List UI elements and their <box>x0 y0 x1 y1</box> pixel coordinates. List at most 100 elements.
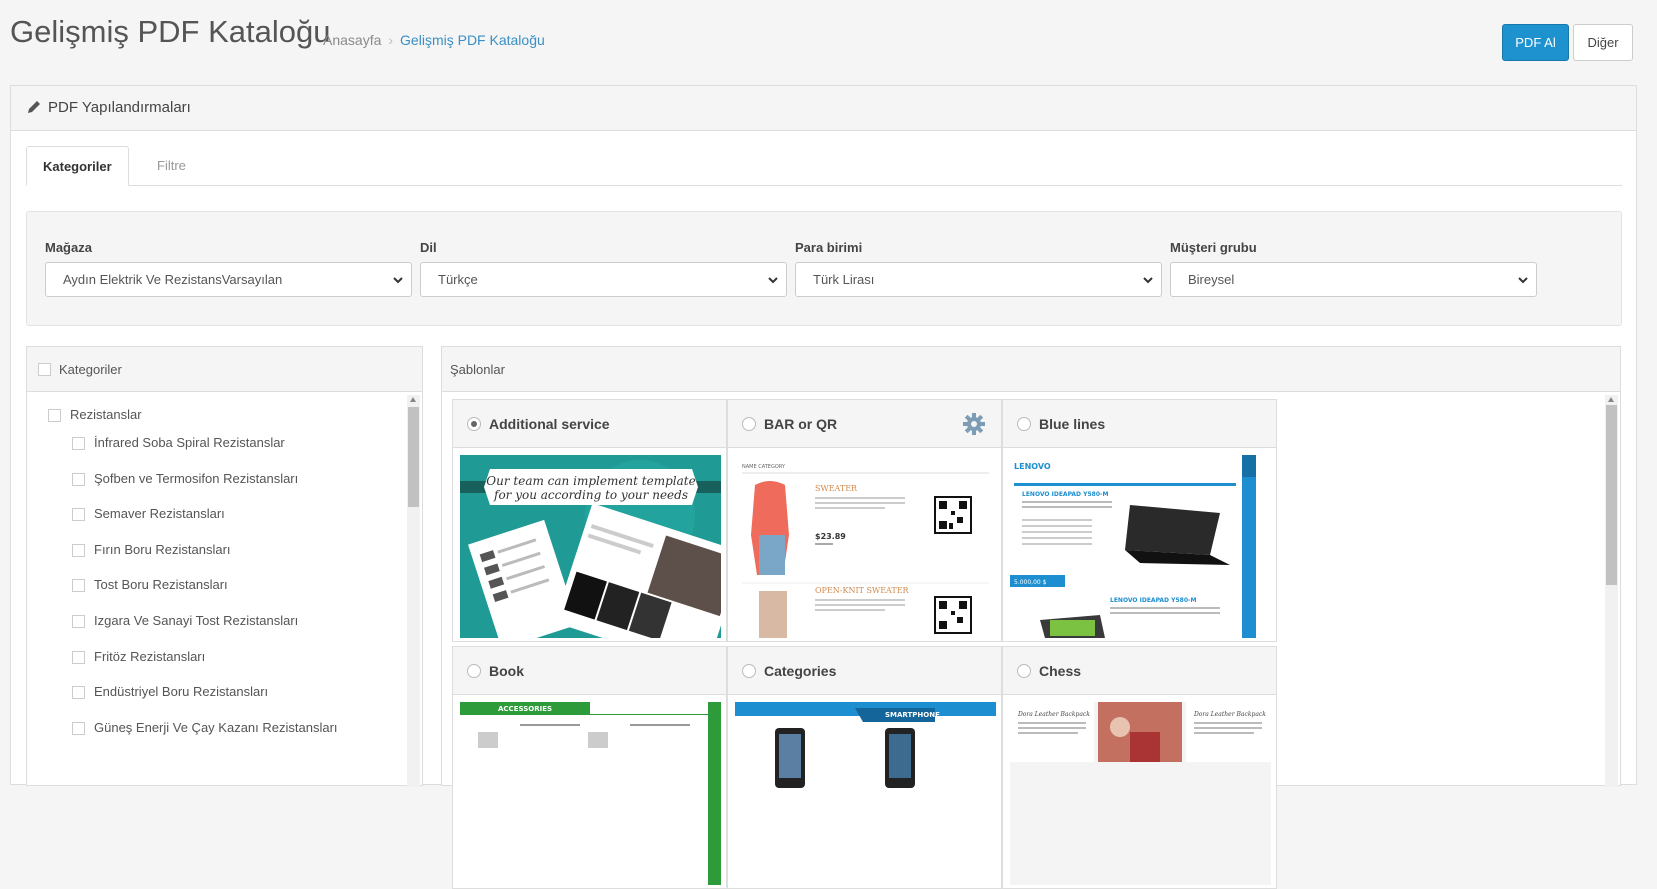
category-item[interactable]: Rezistanslar <box>48 407 142 423</box>
category-label: Fırın Boru Rezistansları <box>94 542 231 557</box>
category-checkbox[interactable] <box>72 508 85 522</box>
breadcrumb-separator-icon: › <box>388 32 394 48</box>
template-card-blue-lines[interactable]: Blue lines LENOVO LENOVO IDEAPAD Y580-M … <box>1002 399 1277 642</box>
pencil-icon <box>28 101 40 113</box>
currency-group: Para birimi Türk Lirası <box>795 240 1162 297</box>
category-label: İnfrared Soba Spiral Rezistanslar <box>94 435 285 450</box>
category-item[interactable]: Tost Boru Rezistansları <box>72 577 228 593</box>
thumb-product-text-right: Dora Leather Backpack <box>1193 711 1266 718</box>
category-item[interactable]: Endüstriyel Boru Rezistansları <box>72 684 269 700</box>
scrollbar-thumb[interactable] <box>1606 405 1617 585</box>
categories-panel: Kategoriler Rezistanslar İnfrared Soba S… <box>26 346 423 787</box>
categories-scrollbar[interactable] <box>407 395 420 787</box>
chevron-down-icon <box>1143 277 1153 284</box>
template-thumbnail[interactable]: Our team can implement template for you … <box>460 455 721 638</box>
breadcrumb-current[interactable]: Gelişmiş PDF Kataloğu <box>400 32 545 48</box>
template-name: Book <box>489 663 524 679</box>
tab-filter[interactable]: Filtre <box>141 146 202 186</box>
templates-scrollbar[interactable] <box>1605 395 1618 787</box>
category-item[interactable]: Semaver Rezistansları <box>72 506 225 522</box>
category-checkbox[interactable] <box>72 651 85 665</box>
filter-box: Mağaza Aydın Elektrik Ve RezistansVarsay… <box>26 211 1622 326</box>
tab-bar: Kategoriler Filtre <box>26 146 1622 186</box>
breadcrumb-home[interactable]: Anasayfa <box>323 32 381 48</box>
page-header: Gelişmiş PDF Kataloğu Anasayfa › Gelişmiş … <box>0 0 1657 70</box>
template-card-additional-service[interactable]: Additional service Our team can implemen… <box>452 399 727 642</box>
category-checkbox[interactable] <box>72 579 85 593</box>
categories-heading: Kategoriler <box>27 347 422 392</box>
template-radio[interactable] <box>467 664 481 678</box>
other-button[interactable]: Diğer <box>1573 24 1633 61</box>
chevron-down-icon <box>768 277 778 284</box>
panel-title: PDF Yapılandırmaları <box>48 99 191 116</box>
pdf-download-button[interactable]: PDF Al <box>1502 24 1569 61</box>
template-thumbnail[interactable]: SMARTPHONE <box>735 702 996 885</box>
store-value: Aydın Elektrik Ve RezistansVarsayılan <box>63 272 283 287</box>
templates-heading-label: Şablonlar <box>450 362 505 377</box>
gear-icon[interactable] <box>962 412 986 436</box>
category-checkbox[interactable] <box>72 473 85 487</box>
category-label: Izgara Ve Sanayi Tost Rezistansları <box>94 613 299 628</box>
category-checkbox[interactable] <box>72 722 85 736</box>
chevron-down-icon <box>393 277 403 284</box>
thumb-price-text: 5.000,00 $ <box>1014 579 1047 586</box>
category-item[interactable]: Izgara Ve Sanayi Tost Rezistansları <box>72 613 299 629</box>
templates-panel: Şablonlar Additional service Our team ca… <box>441 346 1621 889</box>
category-item[interactable]: İnfrared Soba Spiral Rezistanslar <box>72 435 285 451</box>
category-checkbox[interactable] <box>72 544 85 558</box>
categories-heading-label: Kategoriler <box>59 362 122 377</box>
template-card-head: Blue lines <box>1003 400 1276 448</box>
language-label: Dil <box>420 240 437 255</box>
template-radio[interactable] <box>1017 417 1031 431</box>
category-item[interactable]: Fritöz Rezistansları <box>72 649 205 665</box>
customer-group-select[interactable]: Bireysel <box>1170 262 1537 297</box>
template-radio[interactable] <box>742 664 756 678</box>
category-label: Güneş Enerji Ve Çay Kazanı Rezistansları <box>94 720 338 735</box>
store-label: Mağaza <box>45 240 92 255</box>
scroll-up-icon[interactable] <box>410 397 416 402</box>
category-checkbox[interactable] <box>72 615 85 629</box>
store-select[interactable]: Aydın Elektrik Ve RezistansVarsayılan <box>45 262 412 297</box>
thumb-product1-text: SWEATER <box>815 484 858 493</box>
category-item[interactable]: Fırın Boru Rezistansları <box>72 542 231 558</box>
template-name: Chess <box>1039 663 1082 679</box>
category-item[interactable]: Güneş Enerji Ve Çay Kazanı Rezistansları <box>72 720 338 736</box>
thumb-section-text: SMARTPHONE <box>885 711 940 719</box>
currency-label: Para birimi <box>795 240 863 255</box>
category-label: Rezistanslar <box>70 407 142 422</box>
template-card-categories[interactable]: Categories SMARTPHONE <box>727 646 1002 889</box>
template-radio[interactable] <box>467 417 481 431</box>
template-radio[interactable] <box>742 417 756 431</box>
template-thumbnail[interactable]: Dora Leather Backpack Dora Leather Backp… <box>1010 702 1271 885</box>
customer-group-value: Bireysel <box>1188 272 1235 287</box>
category-label: Tost Boru Rezistansları <box>94 577 228 592</box>
template-thumbnail[interactable]: NAME CATEGORY SWEATER $23.89 OPEN-KNIT S… <box>735 455 996 638</box>
select-all-categories-checkbox[interactable] <box>38 363 51 376</box>
template-card-chess[interactable]: Chess Dora Leather Backpack Dora Leather… <box>1002 646 1277 889</box>
scroll-up-icon[interactable] <box>1608 397 1614 402</box>
templates-heading: Şablonlar <box>442 347 1620 392</box>
thumb-price-text: $23.89 <box>815 532 846 541</box>
scrollbar-thumb[interactable] <box>408 407 419 507</box>
category-label: Endüstriyel Boru Rezistansları <box>94 684 269 699</box>
category-checkbox[interactable] <box>48 409 61 423</box>
template-card-book[interactable]: Book ACCESSORIES <box>452 646 727 889</box>
template-name: Blue lines <box>1039 416 1106 432</box>
template-card-head: BAR or QR <box>728 400 1001 448</box>
template-radio[interactable] <box>1017 664 1031 678</box>
category-list: Rezistanslar İnfrared Soba Spiral Rezist… <box>27 392 407 787</box>
template-thumbnail[interactable]: ACCESSORIES <box>460 702 721 885</box>
template-card-head: Chess <box>1003 647 1276 695</box>
language-select[interactable]: Türkçe <box>420 262 787 297</box>
category-label: Semaver Rezistansları <box>94 506 225 521</box>
template-card-bar-or-qr[interactable]: BAR or QR NAME CATEGORY SWEATER $23.89 O… <box>727 399 1002 642</box>
thumb-promo-text-line1: Our team can implement template <box>486 474 695 488</box>
currency-select[interactable]: Türk Lirası <box>795 262 1162 297</box>
category-checkbox[interactable] <box>72 437 85 451</box>
category-label: Şofben ve Termosifon Rezistansları <box>94 471 299 486</box>
category-item[interactable]: Şofben ve Termosifon Rezistansları <box>72 471 299 487</box>
template-card-head: Additional service <box>453 400 726 448</box>
template-thumbnail[interactable]: LENOVO LENOVO IDEAPAD Y580-M 5.000,00 $ … <box>1010 455 1271 638</box>
tab-categories[interactable]: Kategoriler <box>26 146 129 186</box>
category-checkbox[interactable] <box>72 686 85 700</box>
